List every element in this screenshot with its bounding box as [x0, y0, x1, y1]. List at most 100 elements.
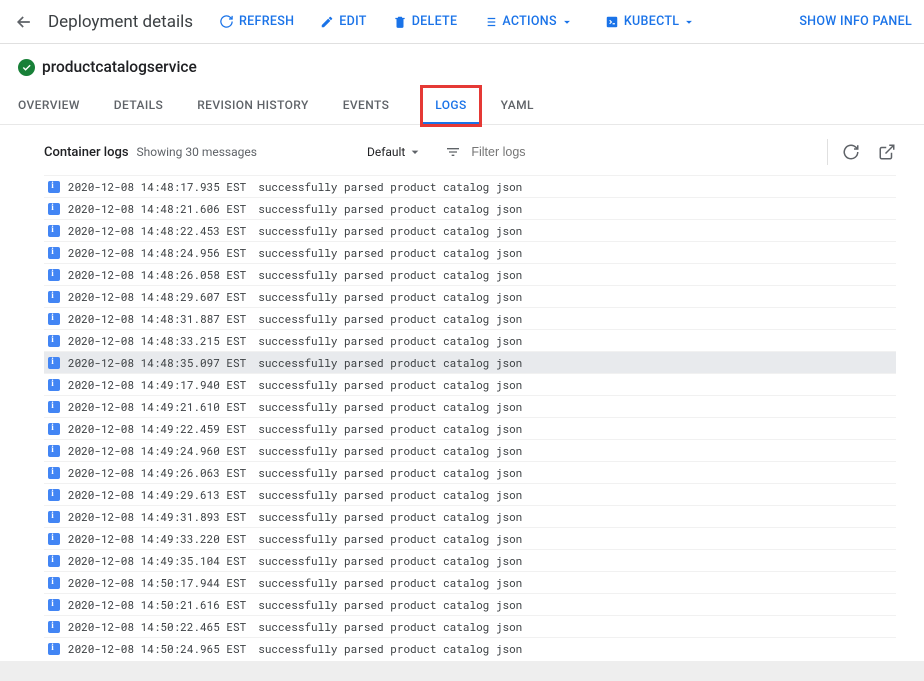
log-row[interactable]: 2020-12-08 14:49:26.063 ESTsuccessfully …	[44, 461, 896, 483]
log-level-info-icon	[48, 467, 60, 479]
refresh-logs-icon[interactable]	[842, 143, 860, 161]
edit-button[interactable]: EDIT	[310, 8, 376, 35]
log-message: successfully parsed product catalog json	[258, 421, 522, 436]
log-timestamp: 2020-12-08 14:48:29.607 EST	[68, 289, 246, 304]
log-timestamp: 2020-12-08 14:48:31.887 EST	[68, 311, 246, 326]
log-timestamp: 2020-12-08 14:48:24.956 EST	[68, 245, 246, 260]
kubectl-dropdown[interactable]: KUBECTL	[595, 8, 711, 35]
log-timestamp: 2020-12-08 14:50:21.616 EST	[68, 597, 246, 612]
log-message: successfully parsed product catalog json	[258, 553, 522, 568]
log-timestamp: 2020-12-08 14:48:22.453 EST	[68, 223, 246, 238]
logs-table: 2020-12-08 14:48:17.935 EST successfully …	[0, 175, 924, 659]
log-level-info-icon	[48, 621, 60, 633]
filter-input[interactable]	[471, 145, 591, 159]
log-message: successfully parsed product catalog json	[258, 333, 522, 348]
log-timestamp: 2020-12-08 14:50:24.965 EST	[68, 641, 246, 656]
log-timestamp: 2020-12-08 14:49:21.610 EST	[68, 399, 246, 414]
log-level-info-icon	[48, 203, 60, 215]
refresh-button[interactable]: REFRESH	[209, 8, 304, 35]
log-row[interactable]: 2020-12-08 14:49:29.613 EST successfully …	[44, 483, 896, 505]
tab-yaml[interactable]: YAML	[501, 88, 534, 124]
log-level-info-icon	[48, 643, 60, 655]
show-info-panel-button[interactable]: SHOW INFO PANEL	[799, 14, 912, 29]
log-timestamp: 2020-12-08 14:50:17.944 EST	[68, 575, 246, 590]
log-level-info-icon	[48, 599, 60, 611]
log-level-info-icon	[48, 225, 60, 237]
log-level-info-icon	[48, 423, 60, 435]
log-row[interactable]: 2020-12-08 14:50:24.965 ESTsuccessfully …	[44, 637, 896, 659]
log-level-info-icon	[48, 269, 60, 281]
log-message: successfully parsed product catalog json	[258, 355, 522, 370]
severity-label: Default	[367, 145, 405, 159]
page-title: Deployment details	[48, 12, 193, 32]
log-level-info-icon	[48, 247, 60, 259]
log-row[interactable]: 2020-12-08 14:48:33.215 ESTsuccessfully …	[44, 329, 896, 351]
back-arrow-icon[interactable]	[12, 10, 36, 34]
tab-overview[interactable]: OVERVIEW	[18, 88, 80, 124]
log-timestamp: 2020-12-08 14:49:29.613 EST	[68, 487, 246, 502]
log-level-info-icon	[48, 291, 60, 303]
log-level-info-icon	[48, 533, 60, 545]
log-level-info-icon	[48, 511, 60, 523]
kubectl-label: KUBECTL	[624, 14, 679, 29]
delete-button[interactable]: DELETE	[383, 8, 468, 35]
open-external-icon[interactable]	[878, 143, 896, 161]
log-level-info-icon	[48, 313, 60, 325]
log-timestamp: 2020-12-08 14:48:17.935 EST	[68, 179, 246, 194]
log-row[interactable]: 2020-12-08 14:49:31.893 ESTsuccessfully …	[44, 505, 896, 527]
log-timestamp: 2020-12-08 14:48:21.606 EST	[68, 201, 246, 216]
log-row[interactable]: 2020-12-08 14:48:21.606 ESTsuccessfully …	[44, 197, 896, 219]
log-row[interactable]: 2020-12-08 14:50:17.944 EST successfully …	[44, 571, 896, 593]
log-row[interactable]: 2020-12-08 14:48:35.097 EST successfully …	[44, 351, 896, 373]
top-toolbar: Deployment details REFRESH EDIT DELETE A…	[0, 0, 924, 44]
log-timestamp: 2020-12-08 14:49:17.940 EST	[68, 377, 246, 392]
log-row[interactable]: 2020-12-08 14:48:24.956 EST successfully …	[44, 241, 896, 263]
tab-logs[interactable]: LOGS	[423, 88, 478, 124]
log-row[interactable]: 2020-12-08 14:49:22.459 ESTsuccessfully …	[44, 417, 896, 439]
deployment-name-row: productcatalogservice	[0, 44, 924, 80]
log-message: successfully parsed product catalog json	[258, 399, 522, 414]
log-message: successfully parsed product catalog json	[258, 487, 522, 502]
log-row[interactable]: 2020-12-08 14:48:31.887 ESTsuccessfully …	[44, 307, 896, 329]
log-level-info-icon	[48, 489, 60, 501]
log-message: successfully parsed product catalog json	[258, 575, 522, 590]
log-timestamp: 2020-12-08 14:48:26.058 EST	[68, 267, 246, 282]
log-level-info-icon	[48, 181, 60, 193]
log-row[interactable]: 2020-12-08 14:48:22.453 EST successfully …	[44, 219, 896, 241]
log-message: successfully parsed product catalog json	[258, 289, 522, 304]
log-row[interactable]: 2020-12-08 14:50:21.616 EST successfully …	[44, 593, 896, 615]
log-message: successfully parsed product catalog json	[258, 223, 522, 238]
logs-count: Showing 30 messages	[137, 145, 257, 159]
log-row[interactable]: 2020-12-08 14:48:26.058 ESTsuccessfully …	[44, 263, 896, 285]
log-message: successfully parsed product catalog json	[258, 377, 522, 392]
log-timestamp: 2020-12-08 14:48:35.097 EST	[68, 355, 246, 370]
log-row[interactable]: 2020-12-08 14:49:17.940 EST successfully …	[44, 373, 896, 395]
status-ok-icon	[18, 59, 35, 76]
log-row[interactable]: 2020-12-08 14:48:17.935 ESTsuccessfully …	[44, 175, 896, 197]
log-row[interactable]: 2020-12-08 14:50:22.465 ESTsuccessfully …	[44, 615, 896, 637]
log-message: successfully parsed product catalog json	[258, 245, 522, 260]
log-row[interactable]: 2020-12-08 14:49:33.220 ESTsuccessfully …	[44, 527, 896, 549]
tab-revision-history[interactable]: REVISION HISTORY	[197, 88, 309, 124]
logs-header: Container logs Showing 30 messages Defau…	[0, 125, 924, 175]
tabs-bar: OVERVIEW DETAILS REVISION HISTORY EVENTS…	[0, 88, 924, 125]
log-row[interactable]: 2020-12-08 14:49:24.960 ESTsuccessfully …	[44, 439, 896, 461]
chevron-down-icon	[560, 15, 574, 29]
tab-events[interactable]: EVENTS	[343, 88, 390, 124]
severity-dropdown[interactable]: Default	[367, 144, 423, 160]
deployment-name: productcatalogservice	[42, 58, 197, 76]
log-level-info-icon	[48, 335, 60, 347]
log-row[interactable]: 2020-12-08 14:49:35.104 EST successfully …	[44, 549, 896, 571]
filter-icon[interactable]	[445, 144, 461, 160]
log-timestamp: 2020-12-08 14:49:35.104 EST	[68, 553, 246, 568]
actions-label: ACTIONS	[502, 14, 557, 29]
log-level-info-icon	[48, 577, 60, 589]
log-level-info-icon	[48, 555, 60, 567]
log-message: successfully parsed product catalog json	[258, 597, 522, 612]
log-level-info-icon	[48, 401, 60, 413]
log-row[interactable]: 2020-12-08 14:49:21.610 EST successfully …	[44, 395, 896, 417]
log-timestamp: 2020-12-08 14:49:24.960 EST	[68, 443, 246, 458]
actions-dropdown[interactable]: ACTIONS	[473, 8, 589, 35]
log-row[interactable]: 2020-12-08 14:48:29.607 EST successfully …	[44, 285, 896, 307]
tab-details[interactable]: DETAILS	[114, 88, 163, 124]
